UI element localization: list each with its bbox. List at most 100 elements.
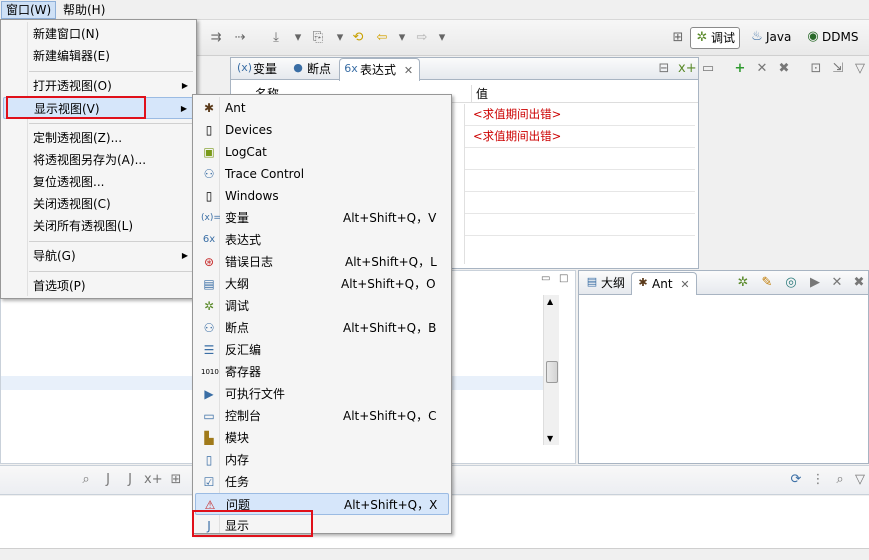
menu-item-ant[interactable]: ✱ Ant [195, 97, 449, 119]
add-buildfile-icon[interactable]: ✲ [735, 275, 751, 291]
last-edit-location-icon[interactable]: ⟲ [350, 30, 366, 46]
menu-item-label: Trace Control [225, 167, 305, 181]
maximize-icon[interactable]: □ [559, 273, 568, 284]
tab-variables[interactable]: (x) 变量 [233, 58, 283, 80]
search-icon[interactable]: ⌕ [832, 472, 848, 488]
menu-item-label: 断点 [225, 321, 250, 335]
menu-item-preferences[interactable]: 首选项(P) [3, 275, 194, 297]
menu-item-outline[interactable]: ▤ 大纲 Alt+Shift+Q，O [195, 273, 449, 295]
menu-item-customize-perspective[interactable]: 定制透视图(Z)... [3, 127, 194, 149]
menu-item-close-perspective[interactable]: 关闭透视图(C) [3, 193, 194, 215]
menu-item-tasks[interactable]: ☑ 任务 [195, 471, 449, 493]
menu-window[interactable]: 窗口(W) [1, 1, 57, 19]
menu-item-close-all-perspectives[interactable]: 关闭所有透视图(L) [3, 215, 194, 237]
dropdown-arrow-icon[interactable]: ▾ [332, 30, 348, 46]
close-icon[interactable]: ✕ [680, 278, 689, 291]
run-icon[interactable]: ▶ [807, 275, 823, 291]
menu-item-error-log[interactable]: ⊛ 错误日志 Alt+Shift+Q，L [195, 251, 449, 273]
ant-icon: ✱ [203, 101, 215, 115]
close-icon[interactable]: ✕ [404, 64, 413, 77]
dropdown-arrow-icon[interactable]: ▾ [290, 30, 306, 46]
step-return-icon[interactable]: ⇉ [208, 30, 224, 46]
menu-item-devices[interactable]: ▯ Devices [195, 119, 449, 141]
hide-internal-icon[interactable]: ◎ [783, 275, 799, 291]
inspect-icon[interactable]: J [100, 472, 116, 488]
remove-icon[interactable]: ✕ [829, 275, 845, 291]
forward-icon[interactable]: ⇨ [414, 30, 430, 46]
add-icon[interactable]: + [732, 61, 748, 77]
modules-icon: ▙ [204, 431, 214, 445]
perspective-java[interactable]: ♨ Java [746, 27, 795, 49]
add-watch-icon[interactable]: x+ [678, 61, 697, 77]
vertical-scrollbar[interactable]: ▲ ▼ [543, 295, 559, 445]
menu-item-modules[interactable]: ▙ 模块 [195, 427, 449, 449]
scroll-down-icon[interactable]: ▼ [547, 434, 553, 443]
layout-icon[interactable]: ▭ [700, 61, 716, 77]
dropdown-arrow-icon[interactable]: ▾ [394, 30, 410, 46]
menu-help[interactable]: 帮助(H) [59, 1, 109, 19]
menu-item-windows[interactable]: ▯ Windows [195, 185, 449, 207]
table-row[interactable]: <求值期间出错> [465, 126, 695, 148]
menu-item-executables[interactable]: ▶ 可执行文件 [195, 383, 449, 405]
scroll-thumb[interactable] [546, 361, 558, 383]
evaluate-icon[interactable]: ⊞ [168, 472, 184, 488]
remove-all-icon[interactable]: ✖ [851, 275, 867, 291]
dropdown-arrow-icon[interactable]: ▾ [434, 30, 450, 46]
tab-outline[interactable]: ▤ 大纲 [581, 272, 631, 294]
refresh-icon[interactable]: ⟳ [788, 472, 804, 488]
error-log-icon: ⊛ [203, 255, 215, 269]
tab-label: Ant [652, 277, 673, 291]
menu-item-reset-perspective[interactable]: 复位透视图... [3, 171, 194, 193]
menu-item-new-editor[interactable]: 新建编辑器(E) [3, 45, 194, 67]
build-icon[interactable]: ⤓ [268, 30, 284, 46]
menu-item-console[interactable]: ▭ 控制台 Alt+Shift+Q，C [195, 405, 449, 427]
chevron-down-icon[interactable]: ▽ [852, 472, 868, 488]
menu-item-open-perspective[interactable]: 打开透视图(O) ▶ [3, 75, 194, 97]
menu-item-label: 大纲 [225, 277, 250, 291]
new-wizard-icon[interactable]: ⎘ [310, 30, 326, 46]
menu-item-breakpoints[interactable]: ⚇ 断点 Alt+Shift+Q，B [195, 317, 449, 339]
menu-item-debug[interactable]: ✲ 调试 [195, 295, 449, 317]
menu-item-new-window[interactable]: 新建窗口(N) [3, 23, 194, 45]
outline-icon: ▤ [203, 277, 215, 291]
execute-icon[interactable]: x+ [144, 472, 163, 488]
remove-all-icon[interactable]: ✖ [776, 61, 792, 77]
table-row[interactable]: <求值期间出错> [465, 104, 695, 126]
menu-item-disassembly[interactable]: ☰ 反汇编 [195, 339, 449, 361]
ant-icon: ✱ [638, 276, 648, 289]
view-menu-icon[interactable]: ⇲ [830, 61, 846, 77]
perspective-ddms[interactable]: ◉ DDMS [802, 27, 862, 49]
tasks-icon: ☑ [203, 475, 215, 489]
menu-item-logcat[interactable]: ▣ LogCat [195, 141, 449, 163]
tab-breakpoints[interactable]: ● 断点 [287, 58, 337, 80]
menu-item-navigation[interactable]: 导航(G) ▶ [3, 245, 194, 267]
search-icon[interactable]: ⌕ [78, 472, 94, 488]
remove-icon[interactable]: ✕ [754, 61, 770, 77]
menu-separator [29, 123, 193, 124]
tab-expressions[interactable]: 6x 表达式 ✕ [339, 58, 421, 81]
outline-icon: ▤ [586, 275, 598, 288]
layout-icon[interactable]: ⋮ [810, 472, 826, 488]
menu-item-expressions[interactable]: 6x 表达式 [195, 229, 449, 251]
collapse-all-icon[interactable]: ⊟ [656, 61, 672, 77]
menu-item-memory[interactable]: ▯ 内存 [195, 449, 449, 471]
open-perspective-icon[interactable]: ⊞ [670, 30, 686, 46]
run-target-icon[interactable]: ✎ [759, 275, 775, 291]
menu-item-label: 将透视图另存为(A)... [33, 153, 147, 167]
perspective-label: DDMS [822, 30, 859, 44]
chevron-down-icon[interactable]: ▽ [852, 61, 868, 77]
column-value[interactable]: 值 [471, 85, 488, 102]
menu-item-registers[interactable]: 1010 寄存器 [195, 361, 449, 383]
display-result-icon[interactable]: J [122, 472, 138, 488]
tab-ant[interactable]: ✱ Ant ✕ [631, 272, 697, 295]
new-view-icon[interactable]: ⊡ [808, 61, 824, 77]
menu-item-trace-control[interactable]: ⚇ Trace Control [195, 163, 449, 185]
menu-item-variables[interactable]: (x)= 变量 Alt+Shift+Q，V [195, 207, 449, 229]
menu-item-save-perspective-as[interactable]: 将透视图另存为(A)... [3, 149, 194, 171]
perspective-debug[interactable]: ✲ 调试 [690, 27, 741, 49]
minimize-icon[interactable]: ▭ [541, 273, 550, 284]
back-icon[interactable]: ⇦ [374, 30, 390, 46]
use-step-filters-icon[interactable]: ⇢ [232, 30, 248, 46]
executables-icon: ▶ [204, 387, 214, 401]
scroll-up-icon[interactable]: ▲ [547, 297, 553, 306]
